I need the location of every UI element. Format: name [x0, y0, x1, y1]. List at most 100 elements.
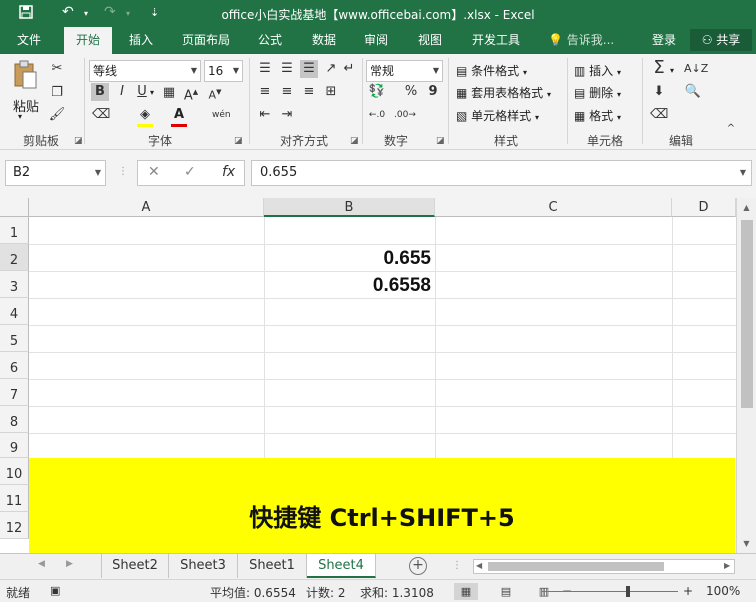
row-header-3[interactable]: 3 [0, 271, 29, 298]
align-right-icon[interactable]: ≡ [300, 83, 318, 101]
clipboard-launcher-icon[interactable]: ◪ [74, 136, 83, 146]
row-header-9[interactable]: 9 [0, 433, 29, 458]
autosum-dropdown-icon[interactable]: ▾ [670, 66, 674, 75]
worksheet-grid[interactable]: A B C D 1 2 3 4 5 6 7 8 9 10 11 12 0.655… [0, 198, 756, 553]
copy-icon[interactable]: ❐ [48, 84, 66, 102]
vertical-scrollbar[interactable]: ▲ ▼ [736, 198, 756, 553]
grow-font-button[interactable]: A▲ [182, 83, 200, 103]
row-header-4[interactable]: 4 [0, 298, 29, 325]
merge-center-icon[interactable]: ⊞ [322, 83, 340, 101]
enter-icon[interactable]: ✓ [184, 164, 196, 180]
wrap-text-icon[interactable]: ↵ [340, 60, 358, 78]
zoom-slider-thumb[interactable] [626, 586, 630, 597]
percent-style-button[interactable]: % [402, 83, 420, 101]
scroll-right-icon[interactable]: ▶ [724, 561, 730, 570]
formula-input[interactable]: 0.655 ▼ [251, 160, 752, 186]
format-as-table-button[interactable]: ▦ 套用表格格式 ▾ [456, 84, 551, 101]
tell-me-search[interactable]: 💡 告诉我... [548, 27, 614, 54]
page-layout-view-icon[interactable]: ▤ [494, 583, 518, 600]
tab-page-layout[interactable]: 页面布局 [174, 27, 238, 54]
cell-b2[interactable]: 0.655 [266, 248, 431, 270]
row-header-8[interactable]: 8 [0, 406, 29, 433]
increase-decimal-icon[interactable]: ←.0 [368, 106, 386, 124]
decrease-indent-icon[interactable]: ⇤ [256, 106, 274, 124]
cancel-icon[interactable]: ✕ [148, 164, 160, 180]
tab-file[interactable]: 文件 [6, 27, 52, 54]
align-center-icon[interactable]: ≡ [278, 83, 296, 101]
tab-formulas[interactable]: 公式 [250, 27, 290, 54]
cut-icon[interactable]: ✂ [48, 60, 66, 78]
paste-button[interactable]: 粘贴 [13, 96, 39, 115]
align-middle-icon[interactable]: ☰ [278, 60, 296, 78]
number-format-combo[interactable]: 常规 ▼ [366, 60, 443, 82]
orientation-icon[interactable]: ↗ [322, 60, 340, 78]
underline-dropdown-icon[interactable]: ▾ [150, 88, 154, 97]
row-header-5[interactable]: 5 [0, 325, 29, 352]
row-header-12[interactable]: 12 [0, 512, 29, 539]
conditional-formatting-button[interactable]: ▤ 条件格式 ▾ [456, 62, 527, 79]
column-header-c[interactable]: C [435, 198, 672, 217]
tab-view[interactable]: 视图 [410, 27, 450, 54]
shrink-font-button[interactable]: A▼ [206, 83, 224, 102]
horizontal-scrollbar[interactable]: ◀ ▶ [473, 559, 735, 574]
italic-button[interactable]: I [113, 83, 131, 101]
font-size-combo[interactable]: 16 ▼ [204, 60, 243, 82]
font-name-combo[interactable]: 等线 ▼ [89, 60, 201, 82]
scroll-down-icon[interactable]: ▼ [737, 536, 756, 552]
highlighted-banner[interactable]: 快捷键 Ctrl+SHIFT+5 [29, 458, 735, 553]
format-cells-button[interactable]: ▦ 格式 ▾ [574, 107, 621, 124]
comma-style-button[interactable]: 9 [424, 83, 442, 101]
previous-sheet-icon[interactable]: ◀ [38, 559, 45, 569]
fill-icon[interactable]: ⬇ [650, 83, 668, 101]
horizontal-scroll-thumb[interactable] [488, 562, 664, 571]
normal-view-icon[interactable]: ▦ [454, 583, 478, 600]
cell-b3[interactable]: 0.6558 [266, 275, 431, 297]
zoom-slider[interactable] [542, 591, 678, 592]
sort-filter-icon[interactable]: A↓Z [684, 60, 708, 78]
paste-dropdown-icon[interactable]: ▾ [18, 112, 22, 121]
tab-data[interactable]: 数据 [304, 27, 344, 54]
share-button[interactable]: ⚇ 共享 [690, 29, 752, 51]
insert-cells-button[interactable]: ▥ 插入 ▾ [574, 62, 621, 79]
phonetic-button[interactable]: wén [212, 106, 231, 124]
insert-function-icon[interactable]: fx [222, 164, 235, 180]
zoom-in-icon[interactable]: + [683, 584, 693, 598]
clear-icon[interactable]: ⌫ [650, 106, 668, 124]
row-header-1[interactable]: 1 [0, 217, 29, 244]
paste-icon[interactable] [12, 60, 38, 89]
vertical-scroll-thumb[interactable] [741, 220, 753, 408]
accounting-format-icon[interactable]: 💱 [368, 83, 386, 101]
row-header-6[interactable]: 6 [0, 352, 29, 379]
select-all-corner[interactable] [0, 198, 29, 217]
increase-indent-icon[interactable]: ⇥ [278, 106, 296, 124]
format-painter-icon[interactable]: 🖌 [48, 106, 66, 124]
font-launcher-icon[interactable]: ◪ [234, 136, 243, 146]
delete-cells-button[interactable]: ▤ 删除 ▾ [574, 84, 621, 101]
collapse-ribbon-icon[interactable]: ^ [722, 120, 740, 138]
login-link[interactable]: 登录 [652, 27, 676, 54]
row-header-11[interactable]: 11 [0, 485, 29, 512]
eraser-icon[interactable]: ⌫ [92, 106, 110, 124]
scroll-up-icon[interactable]: ▲ [737, 200, 756, 216]
decrease-decimal-icon[interactable]: .00→ [394, 106, 416, 124]
align-left-icon[interactable]: ≡ [256, 83, 274, 101]
add-sheet-icon[interactable]: + [409, 557, 427, 575]
underline-button[interactable]: U [133, 83, 151, 101]
tab-home[interactable]: 开始 [64, 27, 112, 54]
column-header-b[interactable]: B [264, 198, 435, 217]
bold-button[interactable]: B [91, 83, 109, 101]
tab-developer[interactable]: 开发工具 [464, 27, 528, 54]
sheet-tab-sheet3[interactable]: Sheet3 [169, 554, 238, 578]
scroll-left-icon[interactable]: ◀ [476, 561, 482, 570]
align-bottom-icon[interactable]: ☰ [300, 60, 318, 78]
borders-icon[interactable]: ▦ [160, 84, 178, 102]
number-launcher-icon[interactable]: ◪ [436, 136, 445, 146]
sheet-tab-sheet1[interactable]: Sheet1 [238, 554, 307, 578]
next-sheet-icon[interactable]: ▶ [66, 559, 73, 569]
macro-record-icon[interactable]: ▣ [50, 584, 60, 597]
tab-review[interactable]: 审阅 [356, 27, 396, 54]
name-box[interactable]: B2 ▼ [5, 160, 106, 186]
sheet-tab-sheet2[interactable]: Sheet2 [101, 554, 169, 578]
fill-color-icon[interactable]: ◈ [136, 106, 154, 124]
row-header-7[interactable]: 7 [0, 379, 29, 406]
